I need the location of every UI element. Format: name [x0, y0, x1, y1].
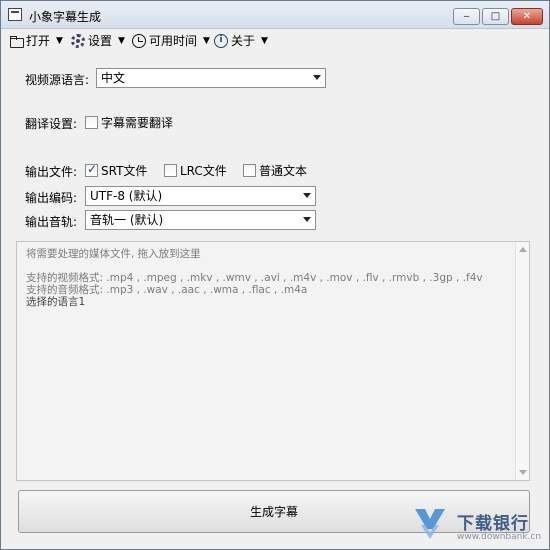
output-encoding-label: 输出编码: [25, 191, 78, 205]
output-encoding-value: UTF-8 (默认) [90, 189, 163, 203]
app-icon [8, 8, 22, 21]
close-button[interactable]: ✕ [511, 8, 543, 25]
maximize-button[interactable]: □ [482, 8, 509, 25]
watermark-url: www.downbank.cn [457, 532, 542, 542]
window-title: 小象字幕生成 [29, 10, 102, 24]
output-encoding-select[interactable]: UTF-8 (默认) [85, 186, 316, 206]
scroll-down-icon[interactable] [519, 470, 527, 475]
menu-open[interactable]: 打开 ▼ [9, 32, 63, 49]
watermark-name: 下载银行 [457, 514, 529, 534]
app-window: 小象字幕生成 ‒ □ ✕ 打开 ▼ 设置 ▼ 可用时间 ▼ i 关于 ▼ 视频源… [0, 0, 550, 550]
title-bar[interactable]: 小象字幕生成 ‒ □ ✕ [1, 1, 549, 29]
output-audio-track-label: 输出音轨: [25, 215, 78, 229]
source-language-value: 中文 [101, 71, 126, 85]
menu-bar: 打开 ▼ 设置 ▼ 可用时间 ▼ i 关于 ▼ [1, 30, 549, 50]
plain-text-checkbox[interactable]: 普通文本 [243, 162, 307, 179]
chevron-down-icon: ▼ [56, 35, 63, 46]
menu-available-time-label: 可用时间 [149, 34, 198, 48]
menu-about-label: 关于 [231, 34, 256, 48]
chevron-down-icon: ▼ [261, 35, 268, 46]
gear-icon [71, 33, 85, 48]
source-language-select[interactable]: 中文 [96, 68, 326, 88]
source-language-label: 视频源语言: [25, 73, 90, 87]
downbank-logo-icon [415, 509, 445, 539]
selected-language-text: 选择的语言1 [26, 296, 86, 308]
menu-open-label: 打开 [26, 34, 51, 48]
scroll-up-icon[interactable] [519, 247, 527, 252]
srt-checkbox-box[interactable] [85, 162, 98, 177]
srt-checkbox[interactable]: SRT文件 [85, 162, 147, 179]
output-audio-track-value: 音轨一 (默认) [90, 213, 164, 227]
chevron-down-icon [303, 217, 311, 222]
plain-text-checkbox-label: 普通文本 [259, 164, 308, 178]
menu-available-time[interactable]: 可用时间 ▼ [132, 32, 210, 49]
chevron-down-icon [313, 75, 321, 80]
file-drop-zone[interactable]: 将需要处理的媒体文件, 拖入放到这里 支持的视频格式: .mp4 , .mpeg… [16, 241, 530, 481]
vertical-scrollbar[interactable] [515, 242, 529, 480]
translation-settings-label: 翻译设置: [25, 117, 78, 131]
output-files-label: 输出文件: [25, 165, 78, 179]
minimize-button[interactable]: ‒ [453, 8, 480, 25]
info-icon: i [214, 33, 228, 48]
translation-checkbox[interactable]: 字幕需要翻译 [85, 114, 173, 131]
translation-checkbox-box[interactable] [85, 116, 98, 129]
menu-about[interactable]: i 关于 ▼ [214, 32, 268, 49]
output-audio-track-select[interactable]: 音轨一 (默认) [85, 210, 316, 230]
chevron-down-icon [303, 193, 311, 198]
lrc-checkbox-label: LRC文件 [180, 164, 227, 178]
translation-checkbox-label: 字幕需要翻译 [101, 116, 174, 130]
srt-checkbox-label: SRT文件 [101, 164, 148, 178]
lrc-checkbox[interactable]: LRC文件 [164, 162, 227, 179]
clock-icon [132, 33, 146, 48]
lrc-checkbox-box[interactable] [164, 164, 177, 177]
watermark: 下载银行 www.downbank.cn [413, 505, 545, 547]
chevron-down-icon: ▼ [203, 35, 210, 46]
menu-settings[interactable]: 设置 ▼ [71, 32, 125, 49]
plain-text-checkbox-box[interactable] [243, 164, 256, 177]
folder-icon [9, 34, 24, 48]
menu-settings-label: 设置 [88, 34, 113, 48]
drop-zone-placeholder: 将需要处理的媒体文件, 拖入放到这里 [26, 248, 201, 260]
chevron-down-icon: ▼ [118, 35, 125, 46]
